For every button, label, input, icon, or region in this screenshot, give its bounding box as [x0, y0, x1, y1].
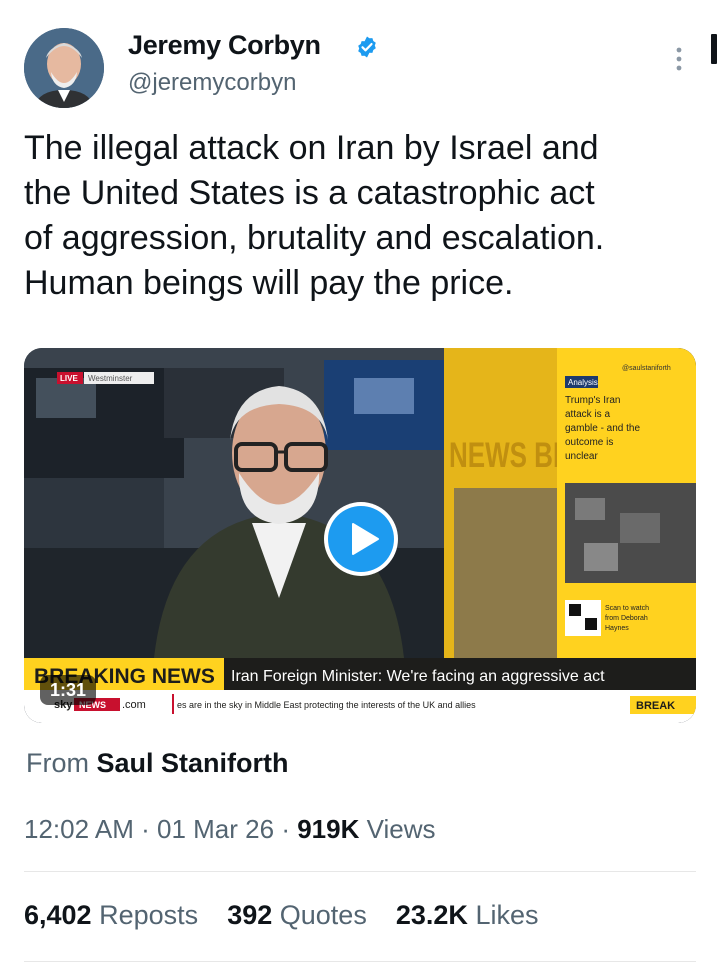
avatar[interactable]	[24, 28, 104, 108]
tweet-date[interactable]: 01 Mar 26	[157, 814, 274, 844]
panel-handle: @saulstaniforth	[622, 365, 671, 372]
video-source: From Saul Staniforth	[26, 748, 289, 779]
scan-line: Haynes	[605, 625, 629, 632]
avatar-photo	[24, 28, 104, 108]
reposts-label: Reposts	[99, 900, 199, 930]
tweet-line: The illegal attack on Iran by Israel and	[24, 129, 599, 167]
panel-line: unclear	[565, 451, 598, 462]
quotes-stat[interactable]: 392 Quotes	[227, 900, 374, 930]
tweet-line: the United States is a catastrophic act	[24, 174, 595, 212]
likes-count: 23.2K	[395, 900, 468, 930]
panel-tag: Analysis	[568, 378, 598, 387]
live-tag: LIVE	[60, 374, 78, 383]
separator-dot: ·	[281, 814, 290, 844]
video-duration: 1:31	[40, 675, 96, 705]
panel-line: outcome is	[565, 437, 613, 448]
tweet-meta: 12:02 AM · 01 Mar 26 · 919K Views	[24, 814, 436, 845]
author-name[interactable]: Jeremy Corbyn	[128, 30, 321, 61]
separator-dot: ·	[141, 814, 150, 844]
scan-line: Scan to watch	[605, 605, 649, 612]
author-handle[interactable]: @jeremycorbyn	[128, 69, 296, 97]
ticker-text: es are in the sky in Middle East protect…	[177, 700, 476, 710]
divider	[24, 961, 696, 962]
video-player[interactable]: NEWS BRE LIVE Westminster @saulstanifort…	[24, 348, 696, 723]
brand-com: .com	[122, 699, 146, 711]
quotes-count: 392	[227, 900, 273, 930]
engagement-stats: 6,402 Reposts 392 Quotes 23.2K Likes	[24, 900, 538, 931]
views-count: 919K	[297, 814, 360, 844]
headline: Iran Foreign Minister: We're facing an a…	[231, 668, 605, 685]
views-label: Views	[366, 814, 436, 844]
scan-line: from Deborah	[605, 615, 648, 622]
play-icon[interactable]	[322, 500, 400, 578]
panel-line: attack is a	[565, 409, 610, 420]
source-name[interactable]: Saul Staniforth	[97, 748, 289, 778]
tweet-line: Human beings will pay the price.	[24, 264, 514, 302]
tweet-text: The illegal attack on Iran by Israel and…	[24, 126, 704, 306]
panel-line: gamble - and the	[565, 423, 640, 434]
location-tag: Westminster	[88, 374, 133, 383]
reposts-stat[interactable]: 6,402 Reposts	[24, 900, 206, 930]
reposts-count: 6,402	[24, 900, 92, 930]
divider	[24, 871, 696, 872]
ticker-break: BREAK	[636, 700, 675, 712]
source-prefix: From	[26, 748, 89, 778]
likes-stat[interactable]: 23.2K Likes	[396, 900, 539, 930]
scroll-edge-indicator	[711, 34, 717, 64]
verified-badge-icon	[358, 36, 376, 58]
duration-text: 1:31	[49, 680, 87, 700]
likes-label: Likes	[475, 900, 539, 930]
more-options-icon[interactable]	[668, 44, 690, 74]
tweet-time[interactable]: 12:02 AM	[24, 814, 134, 844]
tweet-line: of aggression, brutality and escalation.	[24, 219, 605, 257]
panel-line: Trump's Iran	[565, 395, 620, 406]
quotes-label: Quotes	[279, 900, 367, 930]
